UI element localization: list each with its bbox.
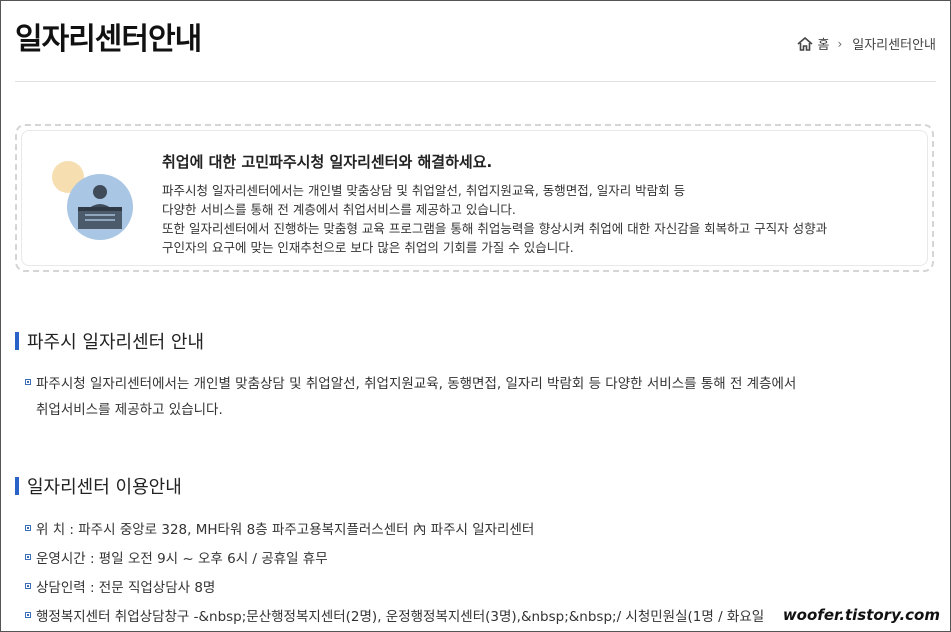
intro-line: 구인자의 요구에 맞는 인재추천으로 보다 많은 취업의 기회를 가질 수 있습… <box>162 240 574 255</box>
home-icon[interactable] <box>797 36 814 51</box>
list-item-windows: 행정복지센터 취업상담창구 -&nbsp;문산행정복지센터(2명), 운정행정복… <box>25 606 764 628</box>
list-item-text: 위 치 : 파주시 중앙로 328, MH타워 8층 파주고용복지플러스센터 內… <box>36 522 535 538</box>
bullet-icon <box>25 583 31 589</box>
section-accent-bar <box>15 332 19 350</box>
intro-box: 취업에 대한 고민파주시청 일자리센터와 해결하세요. 파주시청 일자리센터에서… <box>15 124 934 272</box>
section-title-text: 파주시 일자리센터 안내 <box>27 332 205 353</box>
section-title-center-info: 파주시 일자리센터 안내 <box>15 328 204 354</box>
breadcrumb-home[interactable]: 홈 <box>817 34 829 53</box>
bullet-icon <box>25 379 31 385</box>
header-divider <box>15 81 936 82</box>
breadcrumb: 홈 › 일자리센터안내 <box>797 34 936 53</box>
bullet-icon <box>25 554 31 560</box>
list-item-text: 행정복지센터 취업상담창구 -&nbsp;문산행정복지센터(2명), 운정행정복… <box>36 609 765 625</box>
bullet-icon <box>25 612 31 618</box>
intro-line: 파주시청 일자리센터에서는 개인별 맞춤상담 및 취업알선, 취업지원교육, 동… <box>162 183 686 198</box>
section1-line2: 취업서비스를 제공하고 있습니다. <box>36 402 223 418</box>
list-item-location: 위 치 : 파주시 중앙로 328, MH타워 8층 파주고용복지플러스센터 內… <box>25 519 534 541</box>
bullet-icon <box>25 525 31 531</box>
counselor-desk-icon <box>52 161 133 240</box>
list-item-text: 상담인력 : 전문 직업상담사 8명 <box>36 580 216 596</box>
intro-line: 또한 일자리센터에서 진행하는 맞춤형 교육 프로그램을 통해 취업능력을 향상… <box>162 221 828 236</box>
intro-body: 파주시청 일자리센터에서는 개인별 맞춤상담 및 취업알선, 취업지원교육, 동… <box>162 181 827 257</box>
intro-title: 취업에 대한 고민파주시청 일자리센터와 해결하세요. <box>162 153 493 171</box>
watermark: woofer.tistory.com <box>778 605 944 625</box>
list-item-text: 운영시간 : 평일 오전 9시 ~ 오후 6시 / 공휴일 휴무 <box>36 551 328 567</box>
page-frame: 일자리센터안내 홈 › 일자리센터안내 취업에 대한 고민파주시청 일자리센터와… <box>0 0 951 632</box>
breadcrumb-current: 일자리센터안내 <box>852 38 936 53</box>
section1-line1: 파주시청 일자리센터에서는 개인별 맞춤상담 및 취업알선, 취업지원교육, 동… <box>36 376 797 392</box>
section1-paragraph: 파주시청 일자리센터에서는 개인별 맞춤상담 및 취업알선, 취업지원교육, 동… <box>25 373 796 395</box>
section-title-usage: 일자리센터 이용안내 <box>15 473 182 499</box>
section-title-text: 일자리센터 이용안내 <box>27 477 182 498</box>
intro-box-inner: 취업에 대한 고민파주시청 일자리센터와 해결하세요. 파주시청 일자리센터에서… <box>21 130 928 266</box>
intro-line: 다양한 서비스를 통해 전 계층에서 취업서비스를 제공하고 있습니다. <box>162 202 516 217</box>
chevron-right-icon: › <box>837 36 843 51</box>
section-accent-bar <box>15 477 19 495</box>
page-title: 일자리센터안내 <box>15 22 202 57</box>
list-item-hours: 운영시간 : 평일 오전 9시 ~ 오후 6시 / 공휴일 휴무 <box>25 548 328 570</box>
list-item-staff: 상담인력 : 전문 직업상담사 8명 <box>25 577 215 599</box>
